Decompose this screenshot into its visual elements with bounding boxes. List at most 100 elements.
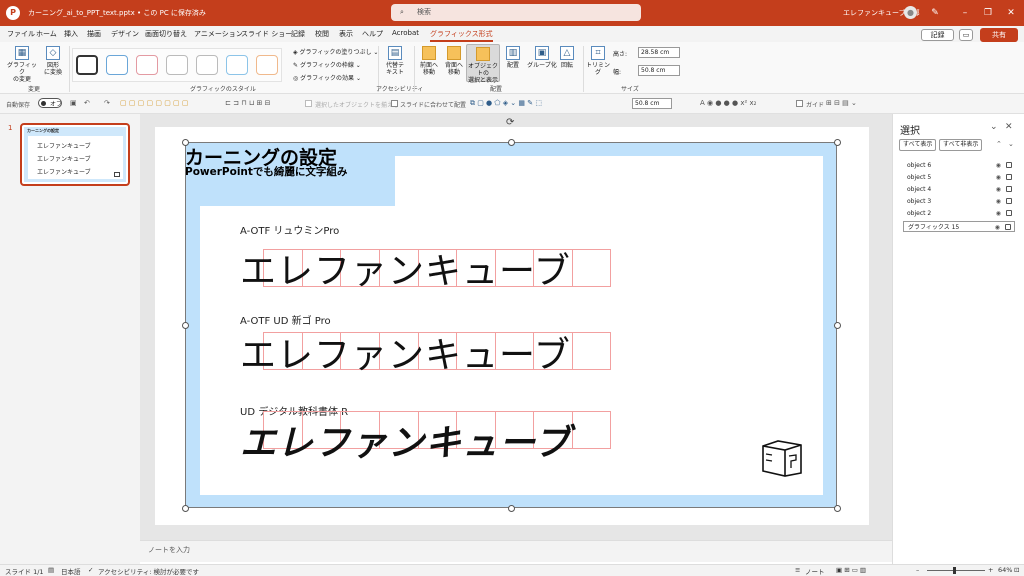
align-button[interactable]: ▥ 配置: [504, 46, 522, 69]
font-color-icon[interactable]: A ◉ ● ● ● x² x₂: [700, 99, 756, 107]
rotate-button[interactable]: △ 回転: [558, 46, 576, 69]
height-input[interactable]: 28.58 cm: [638, 47, 680, 58]
style-swatch-4[interactable]: [166, 55, 188, 75]
style-swatch-2[interactable]: [106, 55, 128, 75]
selection-item[interactable]: object 3 ◉: [903, 196, 1015, 207]
eye-icon[interactable]: ◉: [996, 184, 1001, 195]
shape-fill-icon[interactable]: ▢ ▢ ▢ ▢ ▢ ▢ ▢ ▢: [120, 99, 189, 107]
tab-transitions[interactable]: 画面切り替え: [145, 29, 187, 39]
tab-slideshow[interactable]: スライド ショー: [241, 29, 292, 39]
selection-pane-button[interactable]: オブジェクトの 選択と表示: [466, 44, 500, 84]
zoom-slider[interactable]: [927, 570, 985, 571]
resize-handle-tr[interactable]: [834, 139, 841, 146]
style-swatch-7[interactable]: [256, 55, 278, 75]
crop-button[interactable]: ⌗ トリミング: [586, 46, 610, 76]
selection-item[interactable]: object 5 ◉: [903, 172, 1015, 183]
fit-slide-checkbox[interactable]: [391, 100, 398, 107]
zoom-in-icon[interactable]: +: [988, 566, 993, 574]
resize-handle-br[interactable]: [834, 505, 841, 512]
close-icon[interactable]: ✕: [1003, 5, 1019, 21]
share-button[interactable]: 共有: [980, 28, 1018, 42]
accessibility-status[interactable]: アクセシビリティ: 検討が必要です: [98, 566, 199, 576]
lock-icon[interactable]: [1006, 210, 1012, 216]
restore-icon[interactable]: ❐: [980, 5, 996, 21]
show-all-button[interactable]: すべて表示: [899, 139, 937, 151]
zoom-out-icon[interactable]: –: [916, 566, 919, 574]
grid-icons[interactable]: ⊞ ⊟ ▤ ⌄: [826, 99, 857, 107]
align-left-icon[interactable]: ⊏ ⊐ ⊓ ⊔ ⊞ ⊟: [225, 99, 271, 107]
eye-icon[interactable]: ◉: [996, 172, 1001, 183]
lock-icon[interactable]: [1006, 186, 1012, 192]
selection-item-selected[interactable]: グラフィックス 15 ◉: [903, 221, 1015, 232]
notes-placeholder[interactable]: ノートを入力: [148, 545, 190, 555]
move-up-icon[interactable]: ⌃: [996, 140, 1002, 148]
tab-acrobat[interactable]: Acrobat: [392, 29, 419, 37]
pen-icon[interactable]: ✎: [927, 5, 943, 21]
width-input[interactable]: 50.8 cm: [638, 65, 680, 76]
graphic-effect-button[interactable]: ◎ グラフィックの効果 ⌄: [293, 73, 361, 82]
alt-text-button[interactable]: ▤ 代替テ キスト: [382, 46, 408, 76]
layout-icons[interactable]: ⧉ ▢ ● ⬠ ◈ ⌄ ▦ ✎ ⬚: [470, 99, 542, 108]
tab-record[interactable]: 記録: [291, 29, 305, 39]
save-icon[interactable]: ▣: [70, 99, 77, 107]
close-icon[interactable]: ✕: [1005, 122, 1013, 132]
send-backward-button[interactable]: 背面へ 移動: [443, 46, 465, 76]
lock-icon[interactable]: [1006, 198, 1012, 204]
normal-view-icon[interactable]: ▣ ⊞ ▭ ▥: [836, 566, 866, 574]
tab-view[interactable]: 表示: [339, 29, 353, 39]
tab-help[interactable]: ヘルプ: [362, 29, 383, 39]
style-swatch-6[interactable]: [226, 55, 248, 75]
fit-slide-icon[interactable]: ⊡: [1014, 566, 1019, 574]
slide-thumbnail[interactable]: カーニングの設定 エレファンキューブ エレファンキューブ エレファンキューブ: [20, 123, 130, 186]
notes-button[interactable]: ノート: [805, 566, 825, 576]
style-swatch-1[interactable]: [76, 55, 98, 75]
spelling-icon[interactable]: ▤: [48, 566, 54, 574]
document-title[interactable]: カーニング_ai_to_PPT_text.pptx • この PC に保存済み: [28, 8, 206, 18]
align-selected-checkbox[interactable]: [305, 100, 312, 107]
record-button[interactable]: 記録: [921, 29, 954, 41]
tab-file[interactable]: ファイル: [7, 29, 35, 39]
comments-button[interactable]: ▭: [959, 29, 973, 41]
resize-handle-bl[interactable]: [182, 505, 189, 512]
tab-draw[interactable]: 描画: [87, 29, 101, 39]
move-down-icon[interactable]: ⌄: [1008, 140, 1014, 148]
chevron-down-icon[interactable]: ⌄: [990, 122, 998, 132]
search-box[interactable]: ⌕ 検索: [391, 4, 641, 21]
style-swatch-3[interactable]: [136, 55, 158, 75]
resize-handle-b[interactable]: [508, 505, 515, 512]
tab-design[interactable]: デザイン: [111, 29, 139, 39]
eye-icon[interactable]: ◉: [996, 196, 1001, 207]
lock-icon[interactable]: [1006, 174, 1012, 180]
avatar[interactable]: ●: [904, 6, 917, 19]
selection-item[interactable]: object 4 ◉: [903, 184, 1015, 195]
resize-handle-r[interactable]: [834, 322, 841, 329]
tab-graphics-format[interactable]: グラフィックス形式: [430, 29, 493, 42]
tab-review[interactable]: 校閲: [315, 29, 329, 39]
tab-animations[interactable]: アニメーション: [194, 29, 243, 39]
zoom-level[interactable]: 64%: [998, 566, 1012, 574]
zoom-slider-thumb[interactable]: [953, 567, 956, 574]
eye-icon[interactable]: ◉: [995, 222, 1000, 233]
eye-icon[interactable]: ◉: [996, 160, 1001, 171]
accessibility-icon[interactable]: ✓: [88, 566, 93, 574]
rotate-handle-icon[interactable]: ⟳: [506, 117, 514, 128]
graphic-fill-button[interactable]: ◈ グラフィックの塗りつぶし ⌄: [293, 47, 378, 56]
hide-all-button[interactable]: すべて非表示: [939, 139, 983, 151]
tab-home[interactable]: ホーム: [36, 29, 57, 39]
style-swatch-5[interactable]: [196, 55, 218, 75]
lock-icon[interactable]: [1006, 162, 1012, 168]
resize-handle-l[interactable]: [182, 322, 189, 329]
lock-icon[interactable]: [1005, 224, 1011, 230]
resize-handle-t[interactable]: [508, 139, 515, 146]
eye-icon[interactable]: ◉: [996, 208, 1001, 219]
bring-forward-button[interactable]: 前面へ 移動: [418, 46, 440, 76]
convert-to-shape-button[interactable]: ◇ 図形 に変換: [40, 46, 66, 76]
tab-insert[interactable]: 挿入: [64, 29, 78, 39]
change-graphic-button[interactable]: ▦ グラフィック の変更: [6, 46, 38, 83]
group-button[interactable]: ▣ グループ化: [527, 46, 557, 69]
notes-pane[interactable]: [140, 540, 892, 562]
selection-item[interactable]: object 2 ◉: [903, 208, 1015, 219]
graphic-outline-button[interactable]: ✎ グラフィックの枠線 ⌄: [293, 60, 361, 69]
redo-icon[interactable]: ↷: [104, 99, 110, 107]
undo-icon[interactable]: ↶: [84, 99, 90, 107]
